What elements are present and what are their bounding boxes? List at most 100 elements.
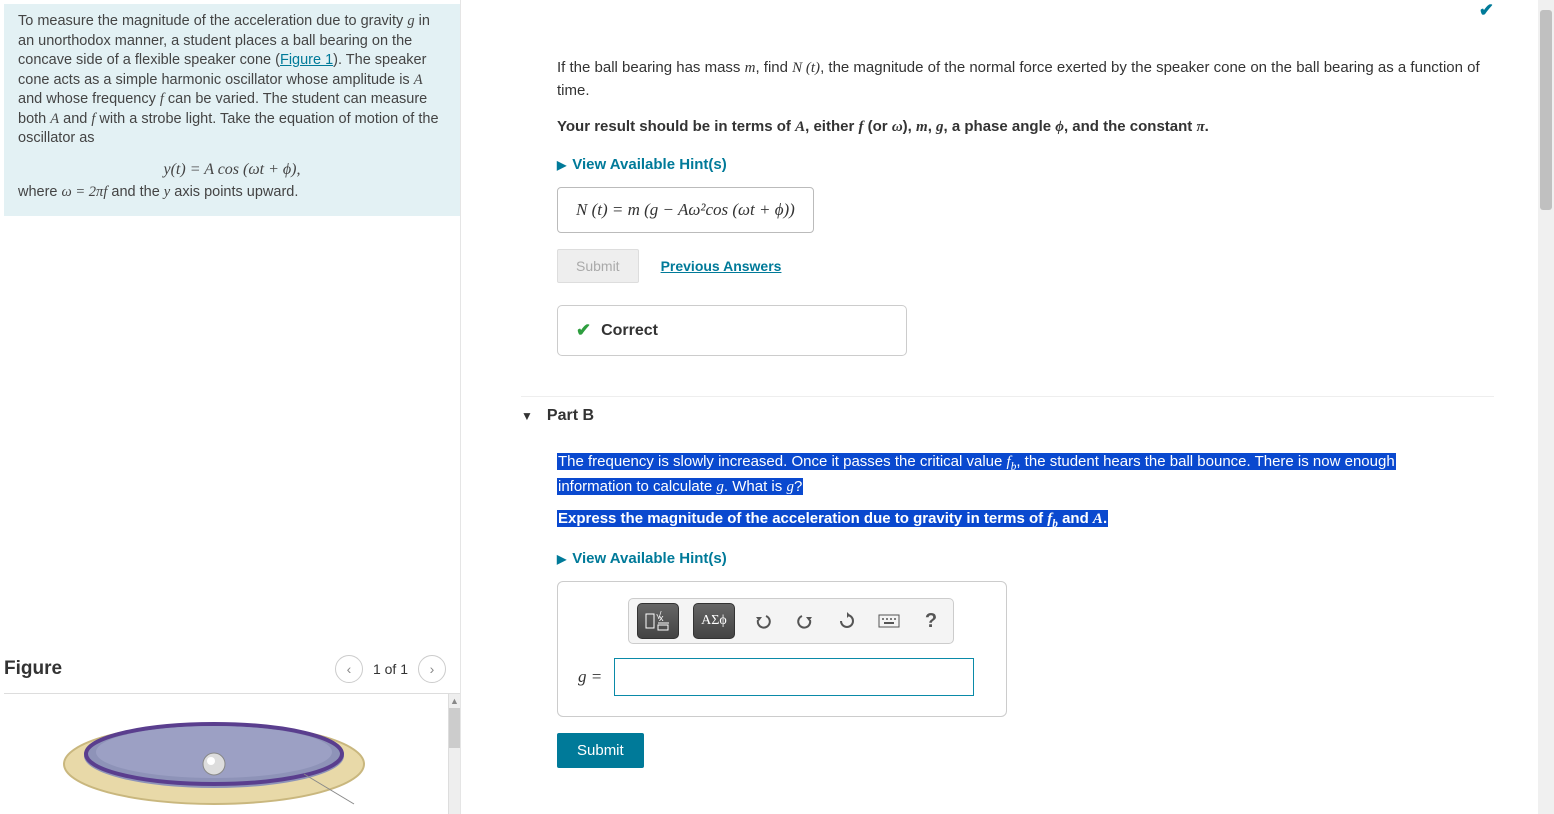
submit-button[interactable]: Submit [557, 733, 644, 768]
svg-text:√: √ [656, 611, 662, 622]
figure-canvas: ▲ [4, 694, 460, 814]
highlighted-text: information to calculate g. What is g? [557, 478, 803, 495]
templates-icon: x√ [645, 611, 671, 631]
var-A: A [50, 111, 59, 127]
figure-scrollbar[interactable]: ▲ [448, 694, 460, 814]
itext: . [1103, 510, 1107, 527]
redo-button[interactable] [791, 603, 819, 639]
part-a-question: If the ball bearing has mass m, find N (… [557, 57, 1494, 102]
itext: ), [903, 118, 916, 135]
figure-nav: ‹ 1 of 1 › [335, 655, 446, 683]
speaker-cone-figure [4, 694, 424, 814]
part-b-title: Part B [547, 407, 594, 425]
submit-button-disabled: Submit [557, 249, 639, 283]
caret-down-icon: ▼ [521, 409, 533, 423]
var-fb: fb [1007, 454, 1017, 470]
figure-header: Figure ‹ 1 of 1 › [4, 645, 460, 694]
left-column: To measure the magnitude of the accelera… [0, 0, 460, 814]
var-A: A [795, 119, 805, 135]
var-m: m [916, 119, 928, 135]
figure-link[interactable]: Figure 1 [280, 52, 333, 68]
var-omega: ω [892, 119, 903, 135]
main-scroll-thumb[interactable] [1540, 10, 1552, 210]
var-phi: ϕ [1055, 119, 1064, 135]
qtext: , the student hears the ball bounce. The… [1016, 453, 1394, 470]
templates-button[interactable]: x√ [637, 603, 679, 639]
hints-label: View Available Hint(s) [572, 156, 727, 173]
hints-toggle-a[interactable]: View Available Hint(s) [557, 156, 1494, 173]
part-b-instruction: Express the magnitude of the acceleratio… [557, 510, 1494, 530]
var-A: A [1093, 511, 1103, 527]
scroll-up-arrow-icon[interactable]: ▲ [449, 694, 460, 708]
answer-row: g = [578, 658, 986, 696]
hints-toggle-b[interactable]: View Available Hint(s) [557, 550, 1494, 567]
intro-text: To measure the magnitude of the accelera… [18, 13, 407, 29]
itext: , [928, 118, 936, 135]
part-b-header[interactable]: ▼ Part B [521, 396, 1494, 425]
itext: Express the magnitude of the acceleratio… [558, 510, 1047, 527]
highlighted-text: Express the magnitude of the acceleratio… [557, 510, 1108, 527]
part-a-answer-display: N (t) = m (g − Aω²cos (ωt + ϕ)) [557, 187, 814, 233]
keyboard-button[interactable] [875, 603, 903, 639]
equation-toolbar: x√ ΑΣϕ ? [628, 598, 954, 644]
hints-label: View Available Hint(s) [572, 550, 727, 567]
var-fb: fb [1047, 511, 1058, 527]
var-pi: π [1196, 119, 1204, 135]
undo-icon [754, 612, 772, 630]
keyboard-icon [878, 614, 900, 628]
var-m: m [745, 60, 756, 76]
check-icon: ✔ [1479, 0, 1494, 21]
var-N-t: N (t) [792, 60, 820, 76]
qtext: , find [755, 59, 792, 76]
reset-button[interactable] [833, 603, 861, 639]
qtext: . What is [724, 478, 787, 495]
part-a-instruction: Your result should be in terms of A, eit… [557, 116, 1494, 139]
qtext: If the ball bearing has mass [557, 59, 745, 76]
content-body: If the ball bearing has mass m, find N (… [491, 27, 1494, 768]
figure-pager: 1 of 1 [373, 661, 408, 677]
var-g: g [936, 119, 944, 135]
undo-button[interactable] [749, 603, 777, 639]
itext: Your result should be in terms of [557, 118, 795, 135]
intro-text: and [59, 111, 91, 127]
var-g: g [786, 479, 794, 495]
scroll-thumb[interactable] [449, 708, 460, 748]
figure-title: Figure [4, 658, 62, 680]
itext: , and the constant [1064, 118, 1197, 135]
answer-label: g = [578, 667, 602, 687]
where-text: where [18, 184, 62, 200]
intro-text: and whose frequency [18, 91, 160, 107]
previous-answers-link[interactable]: Previous Answers [661, 258, 782, 274]
var-g: g [407, 13, 414, 29]
equation-of-motion: y(t) = A cos (ωt + ϕ), [18, 159, 446, 181]
answer-entry-box: x√ ΑΣϕ ? [557, 581, 1007, 717]
where-text: and the [107, 184, 163, 200]
greek-letters-button[interactable]: ΑΣϕ [693, 603, 735, 639]
qtext: The frequency is slowly increased. Once … [558, 453, 1007, 470]
omega-eq: ω = 2πf [62, 184, 108, 200]
feedback-text: Correct [601, 322, 658, 340]
problem-intro-box: To measure the magnitude of the accelera… [4, 4, 460, 216]
itext: , a phase angle [944, 118, 1056, 135]
part-a-status-row: ✔ [491, 0, 1494, 27]
itext: , either [805, 118, 858, 135]
var-g: g [716, 479, 724, 495]
qtext: ? [794, 478, 802, 495]
figure-next-button[interactable]: › [418, 655, 446, 683]
figure-section: Figure ‹ 1 of 1 › ▲ [4, 645, 460, 814]
answer-input[interactable] [614, 658, 974, 696]
where-line: where ω = 2πf and the y axis points upwa… [18, 183, 446, 203]
where-text: axis points upward. [170, 184, 298, 200]
right-column: ✔ If the ball bearing has mass m, find N… [460, 0, 1554, 814]
highlighted-text: The frequency is slowly increased. Once … [557, 453, 1396, 470]
main-scrollbar[interactable] [1538, 0, 1554, 814]
check-icon: ✔ [576, 320, 591, 341]
redo-icon [796, 612, 814, 630]
itext: (or [863, 118, 891, 135]
itext: and [1058, 510, 1093, 527]
help-button[interactable]: ? [917, 603, 945, 639]
figure-prev-button[interactable]: ‹ [335, 655, 363, 683]
page-root: To measure the magnitude of the accelera… [0, 0, 1554, 814]
reset-icon [838, 612, 856, 630]
qtext: information to calculate [558, 478, 716, 495]
